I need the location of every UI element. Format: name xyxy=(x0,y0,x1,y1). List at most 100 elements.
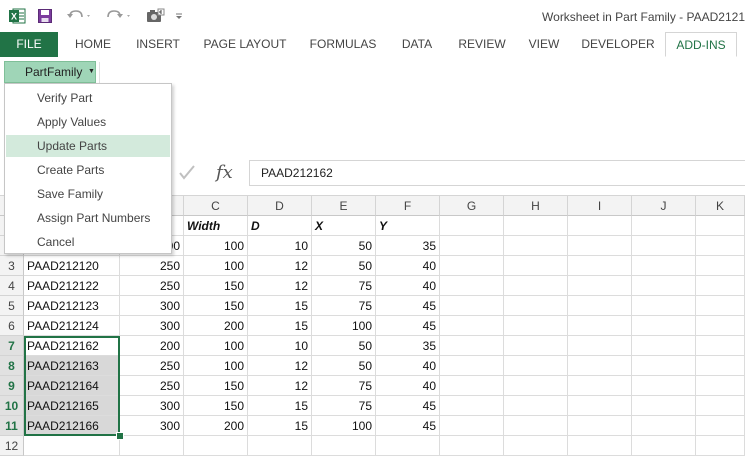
table-cell-e[interactable]: 75 xyxy=(312,276,376,296)
table-cell-empty[interactable] xyxy=(568,236,632,256)
table-cell-empty[interactable] xyxy=(568,256,632,276)
table-cell-empty[interactable] xyxy=(504,376,568,396)
cell-f-header[interactable]: Y xyxy=(376,216,440,236)
table-cell-empty[interactable] xyxy=(504,236,568,256)
table-cell-empty[interactable] xyxy=(568,416,632,436)
table-cell-d[interactable]: 12 xyxy=(248,276,312,296)
table-cell-f[interactable]: 40 xyxy=(376,256,440,276)
col-header-c[interactable]: C xyxy=(184,196,248,216)
table-cell-empty[interactable] xyxy=(504,396,568,416)
table-cell-f[interactable]: 45 xyxy=(376,416,440,436)
table-cell-d[interactable]: 15 xyxy=(248,296,312,316)
row-header[interactable]: 3 xyxy=(0,256,24,276)
table-cell-empty[interactable] xyxy=(696,276,745,296)
table-cell-c[interactable] xyxy=(184,436,248,456)
table-cell-empty[interactable] xyxy=(440,336,504,356)
table-cell-empty[interactable] xyxy=(440,376,504,396)
table-cell-c[interactable]: 150 xyxy=(184,376,248,396)
table-row-part-number[interactable]: PAAD212162 xyxy=(24,336,120,356)
save-icon[interactable] xyxy=(37,7,53,25)
tab-formulas[interactable]: FORMULAS xyxy=(302,32,384,57)
table-row-part-number[interactable]: PAAD212163 xyxy=(24,356,120,376)
menu-item-apply-values[interactable]: Apply Values xyxy=(6,111,170,133)
table-cell-b[interactable] xyxy=(120,436,184,456)
fill-handle[interactable] xyxy=(116,432,124,440)
table-cell-empty[interactable] xyxy=(440,276,504,296)
row-header[interactable]: 11 xyxy=(0,416,24,436)
table-cell-f[interactable]: 45 xyxy=(376,316,440,336)
table-cell-empty[interactable] xyxy=(440,316,504,336)
table-cell-f[interactable] xyxy=(376,436,440,456)
table-row-part-number[interactable]: PAAD212165 xyxy=(24,396,120,416)
table-cell-f[interactable]: 40 xyxy=(376,276,440,296)
tab-file[interactable]: FILE xyxy=(0,32,58,57)
table-cell-empty[interactable] xyxy=(632,256,696,276)
insert-function-icon[interactable]: fx xyxy=(216,162,233,183)
menu-item-cancel[interactable]: Cancel xyxy=(6,231,170,253)
table-cell-c[interactable]: 100 xyxy=(184,336,248,356)
table-cell-e[interactable]: 50 xyxy=(312,256,376,276)
row-header[interactable]: 7 xyxy=(0,336,24,356)
table-cell-empty[interactable] xyxy=(440,356,504,376)
table-cell-empty[interactable] xyxy=(568,336,632,356)
tab-data[interactable]: DATA xyxy=(392,32,442,57)
table-cell-empty[interactable] xyxy=(696,316,745,336)
table-cell-empty[interactable] xyxy=(568,376,632,396)
table-cell-e[interactable]: 75 xyxy=(312,376,376,396)
table-cell-b[interactable]: 250 xyxy=(120,276,184,296)
table-cell-e[interactable]: 50 xyxy=(312,356,376,376)
table-cell-b[interactable]: 250 xyxy=(120,376,184,396)
table-row-part-number[interactable] xyxy=(24,436,120,456)
table-cell-empty[interactable] xyxy=(696,256,745,276)
table-cell-f[interactable]: 40 xyxy=(376,376,440,396)
table-row-part-number[interactable]: PAAD212166 xyxy=(24,416,120,436)
table-cell-e[interactable] xyxy=(312,436,376,456)
table-cell-b[interactable]: 250 xyxy=(120,256,184,276)
table-cell-d[interactable]: 15 xyxy=(248,396,312,416)
table-cell-b[interactable]: 300 xyxy=(120,416,184,436)
table-cell-f[interactable]: 45 xyxy=(376,296,440,316)
table-cell-f[interactable]: 40 xyxy=(376,356,440,376)
row-header[interactable]: 5 xyxy=(0,296,24,316)
table-cell-c[interactable]: 100 xyxy=(184,256,248,276)
menu-item-verify-part[interactable]: Verify Part xyxy=(6,87,170,109)
cell-c-header[interactable]: Width xyxy=(184,216,248,236)
table-cell-d[interactable]: 12 xyxy=(248,256,312,276)
table-cell-f[interactable]: 35 xyxy=(376,336,440,356)
redo-icon[interactable] xyxy=(106,7,132,25)
table-cell-empty[interactable] xyxy=(632,396,696,416)
col-header-g[interactable]: G xyxy=(440,196,504,216)
excel-icon[interactable]: X xyxy=(8,7,26,25)
table-cell-empty[interactable] xyxy=(504,356,568,376)
cell-g-empty[interactable] xyxy=(440,216,504,236)
row-header[interactable]: 9 xyxy=(0,376,24,396)
table-cell-empty[interactable] xyxy=(696,436,745,456)
formula-input[interactable]: PAAD212162 xyxy=(249,160,745,186)
table-cell-empty[interactable] xyxy=(696,336,745,356)
table-cell-empty[interactable] xyxy=(504,256,568,276)
undo-icon[interactable] xyxy=(66,7,92,25)
table-cell-empty[interactable] xyxy=(696,416,745,436)
table-cell-e[interactable]: 50 xyxy=(312,236,376,256)
table-cell-d[interactable]: 15 xyxy=(248,416,312,436)
tab-insert[interactable]: INSERT xyxy=(128,32,188,57)
table-cell-d[interactable]: 12 xyxy=(248,376,312,396)
table-cell-empty[interactable] xyxy=(440,416,504,436)
row-header[interactable]: 8 xyxy=(0,356,24,376)
col-header-d[interactable]: D xyxy=(248,196,312,216)
tab-view[interactable]: VIEW xyxy=(522,32,566,57)
col-header-h[interactable]: H xyxy=(504,196,568,216)
tab-page-layout[interactable]: PAGE LAYOUT xyxy=(196,32,294,57)
row-header[interactable]: 12 xyxy=(0,436,24,456)
table-cell-e[interactable]: 75 xyxy=(312,296,376,316)
tab-review[interactable]: REVIEW xyxy=(452,32,512,57)
table-cell-empty[interactable] xyxy=(632,296,696,316)
table-row-part-number[interactable]: PAAD212122 xyxy=(24,276,120,296)
table-cell-c[interactable]: 150 xyxy=(184,296,248,316)
cell-j-empty[interactable] xyxy=(632,216,696,236)
camera-icon[interactable] xyxy=(146,7,168,25)
tab-add-ins[interactable]: ADD-INS xyxy=(665,32,737,57)
tab-developer[interactable]: DEVELOPER xyxy=(578,32,658,57)
table-cell-e[interactable]: 75 xyxy=(312,396,376,416)
table-cell-empty[interactable] xyxy=(632,316,696,336)
